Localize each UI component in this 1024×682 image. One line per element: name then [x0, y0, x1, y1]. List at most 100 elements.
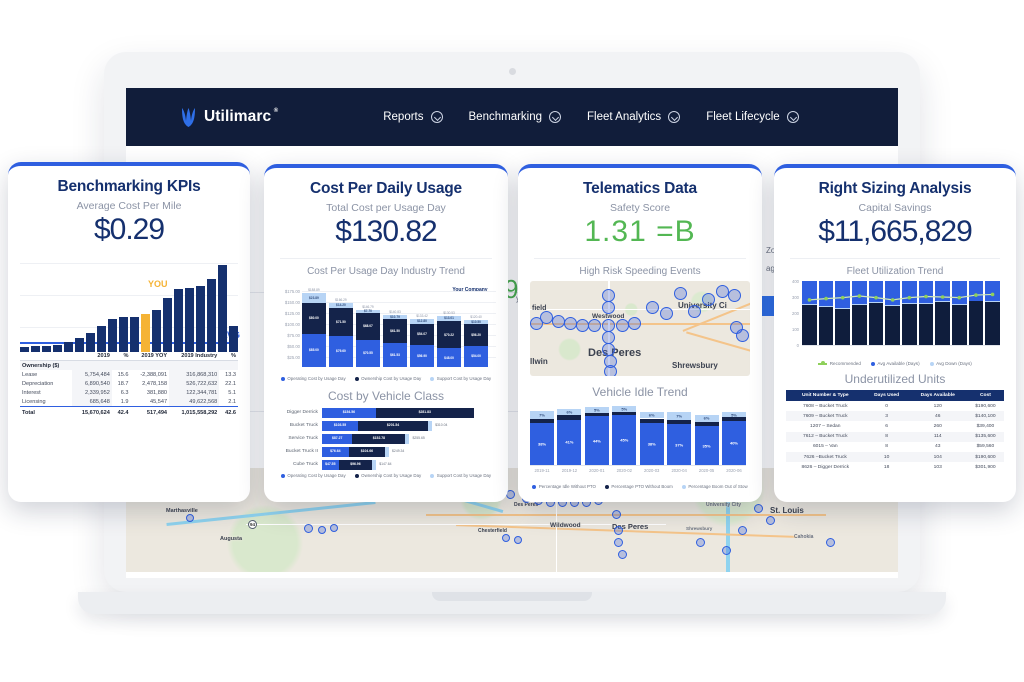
cost-per-usage-day-trend-chart: Your Company $175.00 $150.00 $125.00 $100.0…: [276, 281, 496, 373]
bar-segment: [385, 446, 390, 457]
map-pin[interactable]: [674, 287, 687, 300]
map-pin[interactable]: [728, 289, 741, 302]
table-row: 6015 – Van 8 43 $59,560: [786, 442, 1004, 452]
chevron-down-icon[interactable]: [430, 111, 443, 123]
chevron-down-icon[interactable]: [786, 111, 799, 123]
map-pin[interactable]: [318, 526, 326, 534]
map-pin[interactable]: [736, 329, 749, 342]
map-pin[interactable]: [304, 524, 313, 533]
idle-bar-segment: 45%: [612, 415, 637, 465]
bar-value-label: $85.00: [309, 348, 319, 353]
bar-value-label: $68.07: [363, 324, 373, 329]
card-cost-per-daily-usage[interactable]: Cost Per Daily Usage Total Cost per Usag…: [264, 164, 508, 502]
chevron-down-icon[interactable]: [549, 111, 562, 123]
map-pin[interactable]: [754, 504, 763, 513]
legend-dot-icon: [870, 361, 875, 366]
bar-value-label: $87.27: [331, 436, 343, 441]
card-subtitle: Average Cost Per Mile: [76, 200, 182, 212]
map-pin[interactable]: [502, 534, 510, 542]
cell: 45,547: [149, 398, 168, 405]
vehicle-class-label: Digger Derrick: [286, 410, 318, 415]
map-pin[interactable]: [646, 301, 659, 314]
map-pin[interactable]: [530, 317, 543, 330]
map-pin[interactable]: [660, 307, 673, 320]
table-cell: 120: [933, 403, 942, 409]
map-pin[interactable]: [602, 343, 615, 356]
gridline: [20, 263, 238, 264]
card-benchmarking-kpis[interactable]: Benchmarking KPIs Average Cost Per Mile …: [8, 162, 250, 502]
idle-bar-segment: [667, 419, 692, 425]
map-pin[interactable]: [604, 365, 617, 376]
map-pin[interactable]: [696, 538, 705, 547]
map-pin[interactable]: [330, 524, 338, 532]
map-pin[interactable]: [614, 538, 623, 547]
table-row: Interest 2,339,952 6.3 381,880 122,344,7…: [20, 388, 238, 398]
idle-bar-segment: 35%: [694, 426, 719, 465]
fleet-utilization-chart: 400 300 200 100 0: [786, 279, 1004, 359]
legend-label: Recommended: [829, 361, 861, 366]
stacked-bar-segment: $54.07: [410, 323, 434, 345]
th-2019: 2019: [97, 353, 110, 359]
kpi-bar: [64, 341, 73, 352]
map-label: Cahokia: [794, 534, 814, 540]
idle-bar-segment: 5%: [612, 406, 637, 412]
nav-item-fleet-analytics[interactable]: Fleet Analytics: [587, 111, 681, 123]
map-pin[interactable]: [186, 514, 194, 522]
map-pin[interactable]: [702, 293, 715, 306]
row-label: Lease: [22, 371, 38, 378]
nav-item-benchmarking[interactable]: Benchmarking: [469, 111, 562, 123]
map-pin[interactable]: [826, 538, 835, 547]
table-row: Lease 5,754,484 15.6 -2,388,091 316,868,…: [20, 370, 238, 380]
idle-bar-segment: [584, 412, 609, 417]
stacked-bar-segment: $61.50: [383, 319, 407, 344]
table-cell: 3: [864, 411, 909, 422]
vehicle-class-row: Bucket Truck $103.55 $201.54 $310.04: [276, 420, 496, 431]
x-axis-tick: 2020-01: [589, 468, 605, 473]
map-pin[interactable]: [588, 319, 601, 332]
map-pin[interactable]: [612, 510, 621, 519]
table-cell: 260: [933, 423, 942, 429]
map-pin[interactable]: [602, 301, 615, 314]
kpi-bar: [42, 345, 51, 352]
bar-segment: $47.55: [322, 459, 339, 470]
map-pin[interactable]: [552, 315, 565, 328]
bar-outside-label: $310.04: [435, 423, 448, 428]
th-industry: 2019 Industry: [181, 353, 218, 359]
map-pin[interactable]: [614, 526, 623, 535]
vehicle-idle-trend-chart: 38% 7% 2019-11 41% 6% 2019-12 44% 5% 2020-01 45% 5…: [530, 403, 750, 477]
kpi-bar: [152, 310, 161, 352]
y-axis-tick: $100.00: [284, 322, 300, 327]
map-pin[interactable]: [688, 305, 701, 318]
vehicle-class-label: Bucket Truck II: [285, 449, 318, 454]
speeding-events-map[interactable]: Westwood Des Peres Shrewsbury University…: [530, 281, 750, 376]
bar-value-label: $104.66: [360, 449, 373, 454]
underutilized-units-table: Unit Number & Type Days Used Days Availabl…: [786, 390, 1004, 472]
card-telematics-data[interactable]: Telematics Data Safety Score 1.31 =B Hig…: [518, 164, 762, 502]
map-pin[interactable]: [564, 317, 577, 330]
legend-dot-icon: [280, 473, 285, 478]
cell: 1.9: [120, 398, 129, 405]
legend-item-ownership: Ownership Cost by Usage Day: [354, 473, 421, 478]
map-pin[interactable]: [628, 317, 641, 330]
map-pin[interactable]: [722, 546, 731, 555]
map-label: Augusta: [220, 536, 242, 542]
map-label: St. Louis: [770, 506, 804, 515]
legend-dot-icon: [354, 473, 359, 478]
vehicle-class-row: Digger Derrick $154.56 $281.83: [276, 407, 496, 418]
legend-label: Support Cost by Usage Day: [436, 376, 492, 381]
nav-item-fleet-lifecycle[interactable]: Fleet Lifecycle: [706, 111, 799, 123]
x-axis-tick: 2020-02: [616, 468, 632, 473]
brand-logo[interactable]: Utilimarc: [180, 107, 278, 128]
chevron-down-icon[interactable]: [668, 111, 681, 123]
row-label: Depreciation: [22, 380, 54, 387]
map-pin[interactable]: [514, 536, 522, 544]
stacked-bar-segment: $68.07: [356, 313, 380, 340]
nav-item-reports[interactable]: Reports: [383, 111, 443, 123]
map-pin[interactable]: [766, 516, 775, 525]
map-pin[interactable]: [616, 319, 629, 332]
table-column-header: Days Available: [908, 390, 967, 401]
map-pin[interactable]: [738, 526, 747, 535]
card-right-sizing-analysis[interactable]: Right Sizing Analysis Capital Savings $1…: [774, 164, 1016, 502]
map-pin[interactable]: [618, 550, 627, 559]
idle-legend: Percentage Idle Without PTO Percentage P…: [530, 484, 750, 489]
